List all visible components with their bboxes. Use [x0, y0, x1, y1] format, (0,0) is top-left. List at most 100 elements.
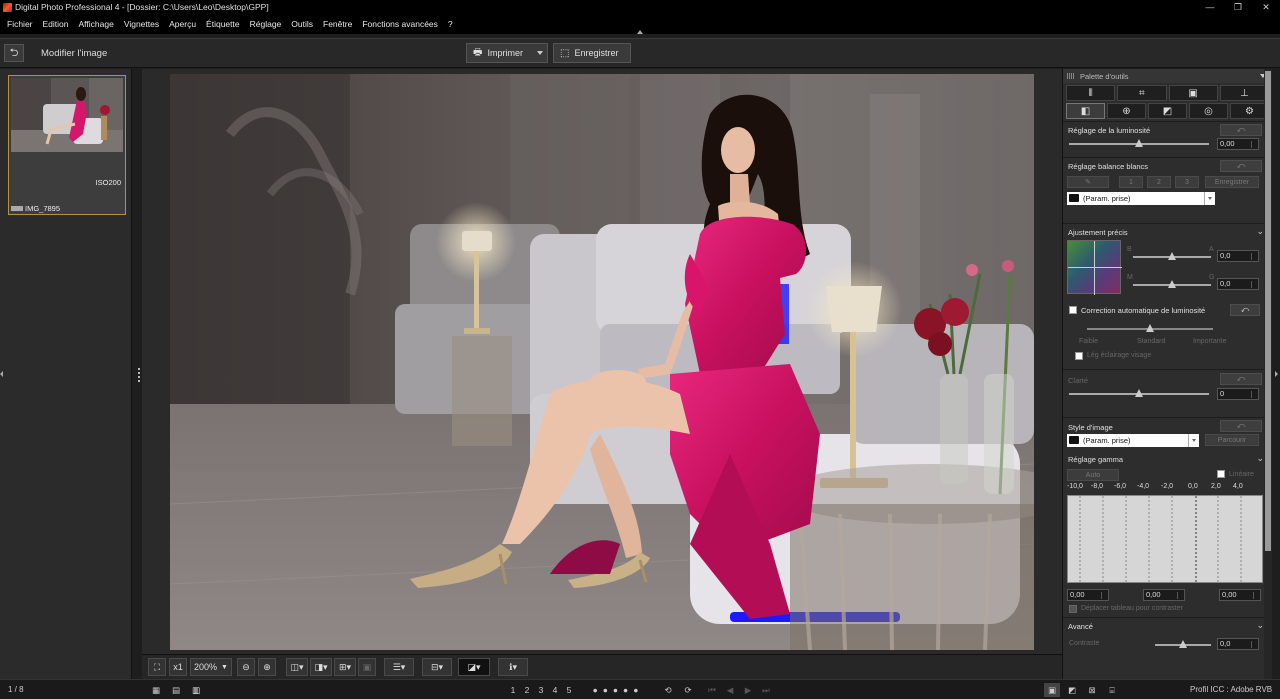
gamma-chevron-icon[interactable]: ⌄ [1256, 453, 1264, 464]
menu-help[interactable]: ? [443, 14, 458, 34]
thumbnail-card[interactable]: ISO200 IMG_7895 [8, 75, 126, 215]
menu-edit[interactable]: Edition [38, 14, 74, 34]
thumbnail-image[interactable] [11, 78, 123, 152]
contrast-slider[interactable] [1155, 640, 1211, 648]
view-edit-button[interactable]: ▣ [1044, 683, 1060, 697]
menu-window[interactable]: Fenêtre [318, 14, 357, 34]
tab-color[interactable]: ◎ [1189, 103, 1228, 119]
ba-slider[interactable] [1133, 252, 1211, 260]
wb-register-button[interactable]: Enregistrer [1205, 176, 1259, 188]
menu-tools[interactable]: Outils [286, 14, 318, 34]
prev-image-button[interactable]: ◀ [722, 683, 738, 697]
face-light-checkbox[interactable] [1075, 352, 1083, 360]
thumb-grid-large-button[interactable]: ▦ [148, 683, 164, 697]
tab-basic[interactable]: ◧ [1066, 103, 1105, 119]
info-button[interactable]: ℹ▾ [498, 658, 528, 676]
view-camera-button[interactable]: ⌸ [1104, 683, 1120, 697]
wb-preset-1[interactable]: 1 [1119, 176, 1143, 188]
collapse-chevron-icon[interactable]: ⌄ [1256, 226, 1264, 237]
color-label-dots[interactable]: ●●●●● [584, 683, 652, 697]
auto-light-checkbox[interactable] [1069, 306, 1077, 314]
wb-preset-3[interactable]: 3 [1175, 176, 1199, 188]
gamma-histogram[interactable] [1067, 495, 1263, 584]
clarity-value[interactable]: 0 [1217, 388, 1259, 400]
back-button[interactable]: ⮌ [4, 44, 24, 62]
gamma-auto-button[interactable]: Auto [1067, 469, 1119, 481]
picture-style-dropdown[interactable]: (Param. prise) [1067, 434, 1199, 447]
first-image-button[interactable]: ⏮ [704, 683, 720, 697]
menu-preview[interactable]: Aperçu [164, 14, 201, 34]
menu-adjustment[interactable]: Réglage [245, 14, 287, 34]
af-point-button[interactable]: ◫▾ [286, 658, 308, 676]
print-dropdown-icon[interactable] [537, 51, 543, 55]
tab-crop[interactable]: ⌗ [1117, 85, 1167, 101]
move-curve-checkbox[interactable] [1069, 605, 1077, 613]
menu-view[interactable]: Affichage [74, 14, 119, 34]
zoom-in-button[interactable]: ⊕ [258, 658, 276, 676]
gamma-linear-checkbox[interactable] [1217, 470, 1225, 478]
gamma-value-mid[interactable]: 0,00 [1143, 589, 1185, 601]
panel-splitter[interactable] [132, 69, 142, 679]
ba-value[interactable]: 0,0 [1217, 250, 1259, 262]
splitter-handle-icon[interactable] [138, 368, 140, 382]
maximize-button[interactable]: ❐ [1224, 0, 1252, 14]
advanced-chevron-icon[interactable]: ⌄ [1256, 620, 1264, 631]
menu-label[interactable]: Étiquette [201, 14, 245, 34]
menu-file[interactable]: Fichier [2, 14, 38, 34]
tab-dust[interactable]: ▣ [1168, 85, 1218, 101]
collapse-left-icon[interactable] [0, 371, 3, 377]
picture-style-reset-button[interactable]: ⤺ [1220, 420, 1262, 432]
rating-1-button[interactable]: 1 [506, 683, 520, 697]
close-button[interactable]: ✕ [1252, 0, 1280, 14]
menu-advanced[interactable]: Fonctions avancées [357, 14, 443, 34]
view-histogram-button[interactable]: ◩ [1064, 683, 1080, 697]
contrast-knob[interactable] [1179, 640, 1187, 648]
clarity-knob[interactable] [1135, 389, 1143, 397]
mg-knob[interactable] [1168, 280, 1176, 288]
view-compare-button[interactable]: ⊠ [1084, 683, 1100, 697]
tab-tone[interactable]: ⊕ [1107, 103, 1146, 119]
zoom-select[interactable]: 200% ▼ [190, 658, 232, 676]
tab-output[interactable]: ⊥ [1219, 85, 1269, 101]
palette-scrollbar[interactable] [1264, 69, 1272, 679]
save-button[interactable]: ⬚ Enregistrer [553, 43, 631, 63]
brightness-slider[interactable] [1069, 139, 1209, 147]
print-button[interactable]: 🖶 Imprimer [466, 43, 548, 63]
brightness-reset-button[interactable]: ⤺ [1220, 124, 1262, 136]
rating-2-button[interactable]: 2 [520, 683, 534, 697]
auto-light-reset-button[interactable]: ⤺ [1230, 304, 1260, 316]
wb-preset-2[interactable]: 2 [1147, 176, 1171, 188]
picture-style-browse-button[interactable]: Parcourir [1205, 434, 1259, 446]
thumb-grid-medium-button[interactable]: ▤ [168, 683, 184, 697]
rating-4-button[interactable]: 4 [548, 683, 562, 697]
rotate-left-button[interactable]: ⟲ [660, 683, 676, 697]
minimize-button[interactable]: — [1196, 0, 1224, 14]
grid-button[interactable]: ☰▾ [384, 658, 414, 676]
eyedropper-button[interactable]: ✎ [1067, 176, 1109, 188]
last-image-button[interactable]: ⏭ [758, 683, 774, 697]
zoom-100-button[interactable]: x1 [169, 658, 187, 676]
compare-button[interactable]: ◨▾ [310, 658, 332, 676]
brightness-knob[interactable] [1135, 139, 1143, 147]
auto-light-slider[interactable] [1087, 324, 1213, 332]
contrast-value[interactable]: 0,0 [1217, 638, 1259, 650]
rating-5-button[interactable]: 5 [562, 683, 576, 697]
drag-handle-icon[interactable] [1067, 73, 1075, 79]
ba-knob[interactable] [1168, 252, 1176, 260]
tab-curve[interactable]: ◩ [1148, 103, 1187, 119]
tab-lens-correction[interactable]: ⫴ [1066, 85, 1116, 101]
mg-slider[interactable] [1133, 280, 1211, 288]
collapse-right-icon[interactable] [1275, 371, 1278, 377]
fit-screen-button[interactable]: ⛶ [148, 658, 166, 676]
rotate-right-button[interactable]: ⟳ [680, 683, 696, 697]
gamma-value-high[interactable]: 0,00 [1219, 589, 1261, 601]
preview-image[interactable] [170, 74, 1034, 650]
white-balance-reset-button[interactable]: ⤺ [1220, 160, 1262, 172]
split-view-button[interactable]: ⊞▾ [334, 658, 356, 676]
clarity-slider[interactable] [1069, 389, 1209, 397]
gamma-value-low[interactable]: 0,00 [1067, 589, 1109, 601]
auto-light-knob[interactable] [1146, 324, 1154, 332]
brightness-value[interactable]: 0,00 [1217, 138, 1259, 150]
wb-dropdown[interactable]: (Param. prise) [1067, 192, 1215, 205]
thumb-list-button[interactable]: ▥ [188, 683, 204, 697]
